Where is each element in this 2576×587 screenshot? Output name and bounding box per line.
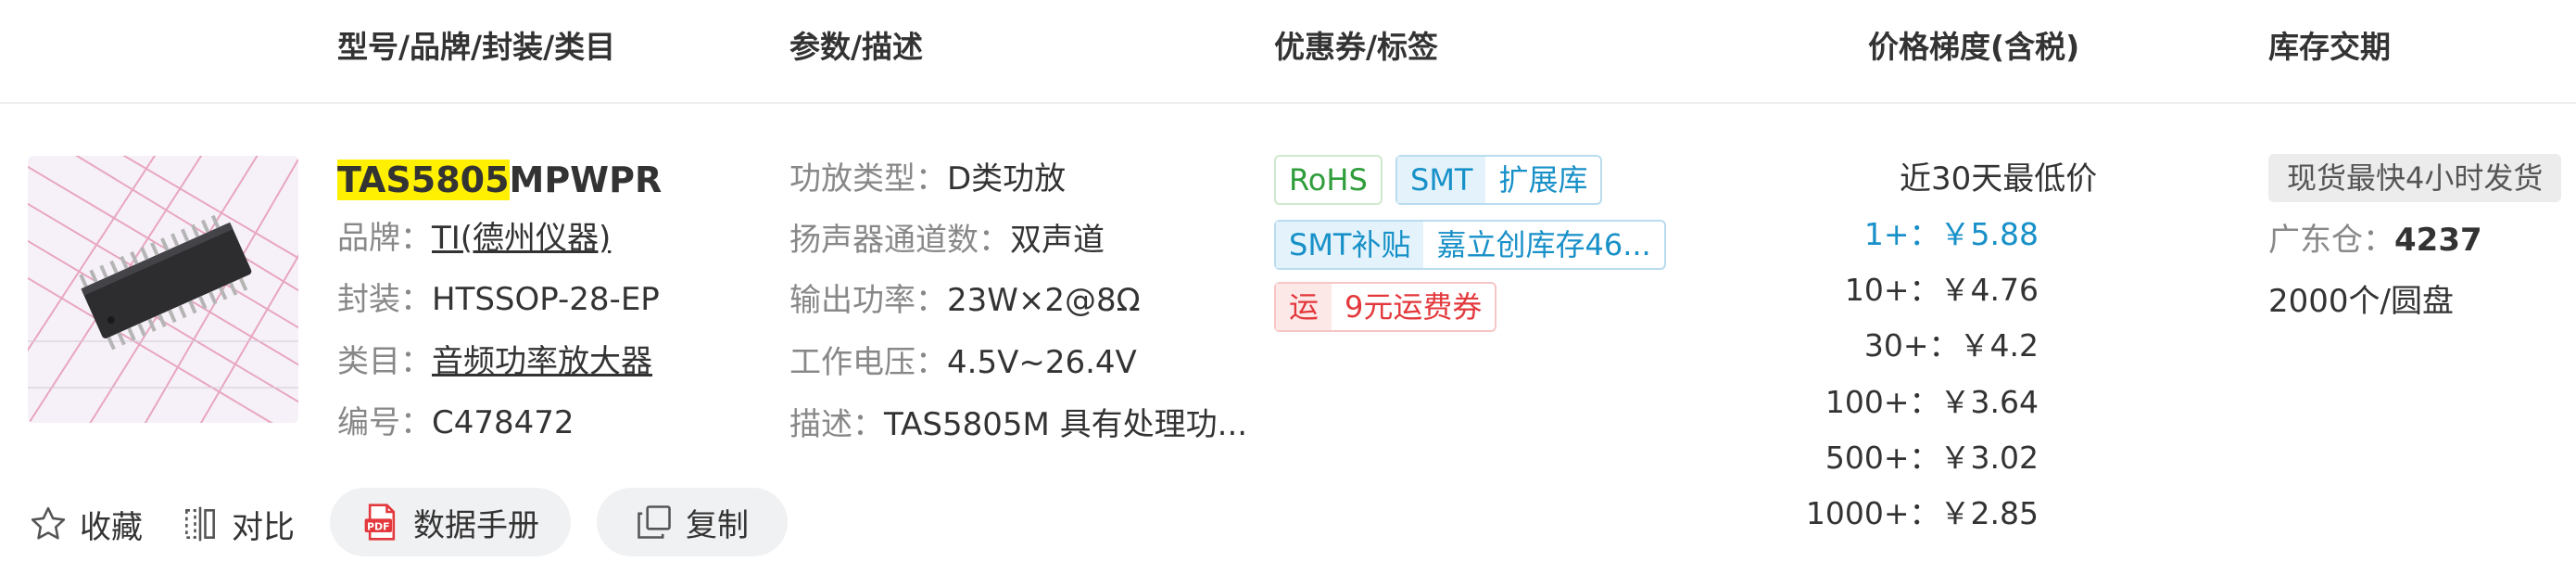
param-value: 4.5V~26.4V bbox=[947, 344, 1137, 381]
code-label: 编号： bbox=[337, 404, 432, 441]
param-label: 功放类型： bbox=[789, 160, 947, 198]
header-price: 价格梯度(含税) bbox=[1868, 29, 2080, 65]
param-row: 输出功率：23W×2@8Ω bbox=[789, 280, 1141, 321]
part-number-highlight: TAS5805 bbox=[337, 160, 510, 200]
brand-label: 品牌： bbox=[337, 220, 432, 257]
favorite-button[interactable]: 收藏 bbox=[28, 491, 143, 556]
code-row: 编号：C478472 bbox=[337, 402, 575, 443]
part-number-rest: MPWPR bbox=[509, 160, 663, 200]
fast-ship-badge: 现货最快4小时发货 bbox=[2268, 154, 2562, 202]
package-row: 封装：HTSSOP-28-EP bbox=[337, 279, 660, 320]
param-value: 23W×2@8Ω bbox=[947, 282, 1141, 319]
price-tier: 10+：￥4.76 bbox=[1844, 272, 2039, 308]
param-row-description[interactable]: 描述：TAS5805M 具有处理功... bbox=[789, 404, 1247, 445]
category-link[interactable]: 音频功率放大器 bbox=[432, 343, 652, 380]
price-tier: 500+：￥3.02 bbox=[1825, 440, 2039, 476]
header-stock: 库存交期 bbox=[2268, 29, 2391, 65]
category-label: 类目： bbox=[337, 343, 432, 380]
header-model: 型号/品牌/封装/类目 bbox=[337, 29, 616, 65]
copy-label: 复制 bbox=[686, 506, 749, 544]
price-tier: 30+：￥4.2 bbox=[1863, 327, 2039, 364]
compare-label: 对比 bbox=[232, 508, 295, 546]
smt-stock-label: 嘉立创库存46... bbox=[1436, 227, 1651, 262]
param-label: 工作电压： bbox=[789, 344, 947, 381]
brand-link[interactable]: TI(德州仪器) bbox=[432, 220, 611, 257]
warehouse-label: 广东仓： bbox=[2268, 222, 2394, 259]
smt-ext-label: 扩展库 bbox=[1498, 162, 1588, 198]
copy-icon bbox=[638, 505, 671, 539]
param-value: TAS5805M 具有处理功... bbox=[884, 406, 1248, 443]
code-value: C478472 bbox=[432, 404, 575, 441]
warehouse-row: 广东仓：4237 bbox=[2268, 220, 2482, 261]
part-number[interactable]: TAS5805MPWPR bbox=[337, 158, 662, 202]
compare-icon bbox=[185, 506, 215, 542]
category-row: 类目：音频功率放大器 bbox=[337, 341, 652, 382]
warehouse-qty: 4237 bbox=[2394, 222, 2482, 259]
shipping-coupon-tag[interactable]: 运 9元运费券 bbox=[1274, 282, 1497, 332]
favorite-label: 收藏 bbox=[80, 508, 143, 546]
datasheet-label: 数据手册 bbox=[413, 506, 539, 544]
price-tier: 1+：￥5.88 bbox=[1863, 216, 2039, 252]
param-label: 描述： bbox=[789, 406, 884, 443]
param-value: D类功放 bbox=[947, 160, 1067, 198]
datasheet-button[interactable]: PDF 数据手册 bbox=[330, 488, 571, 556]
price-tier: 100+：￥3.64 bbox=[1825, 384, 2039, 420]
package-value: HTSSOP-28-EP bbox=[432, 281, 660, 318]
packaging-text: 2000个/圆盘 bbox=[2268, 283, 2454, 320]
param-value: 双声道 bbox=[1010, 222, 1105, 259]
compare-button[interactable]: 对比 bbox=[180, 491, 295, 556]
chip-photo bbox=[28, 156, 298, 423]
param-row: 工作电压：4.5V~26.4V bbox=[789, 342, 1137, 383]
table-header: 型号/品牌/封装/类目 参数/描述 优惠券/标签 价格梯度(含税) 库存交期 bbox=[0, 0, 2576, 104]
star-icon bbox=[31, 506, 66, 540]
header-coupon: 优惠券/标签 bbox=[1274, 29, 1439, 65]
smt-label: SMT bbox=[1397, 157, 1486, 203]
param-row: 扬声器通道数：双声道 bbox=[789, 220, 1105, 261]
param-label: 扬声器通道数： bbox=[789, 222, 1010, 259]
product-image[interactable] bbox=[28, 156, 298, 423]
copy-button[interactable]: 复制 bbox=[597, 488, 788, 556]
package-label: 封装： bbox=[337, 281, 432, 318]
param-label: 输出功率： bbox=[789, 282, 947, 319]
shipping-coupon-label: 9元运费券 bbox=[1345, 289, 1483, 325]
header-params: 参数/描述 bbox=[789, 29, 924, 65]
smt-patch-label: SMT补贴 bbox=[1276, 222, 1424, 268]
smt-stock-tag[interactable]: SMT补贴 嘉立创库存46... bbox=[1274, 220, 1666, 270]
brand-row: 品牌：TI(德州仪器) bbox=[337, 218, 611, 259]
price-history-title[interactable]: 近30天最低价 bbox=[1900, 159, 2097, 199]
pdf-icon: PDF bbox=[364, 504, 396, 541]
pdf-icon-text: PDF bbox=[367, 520, 390, 532]
param-row: 功放类型：D类功放 bbox=[789, 159, 1066, 199]
price-tier: 1000+：￥2.85 bbox=[1805, 495, 2039, 531]
shipping-icon: 运 bbox=[1276, 284, 1332, 330]
smt-ext-tag[interactable]: SMT 扩展库 bbox=[1395, 155, 1603, 205]
rohs-tag: RoHS bbox=[1274, 155, 1383, 205]
